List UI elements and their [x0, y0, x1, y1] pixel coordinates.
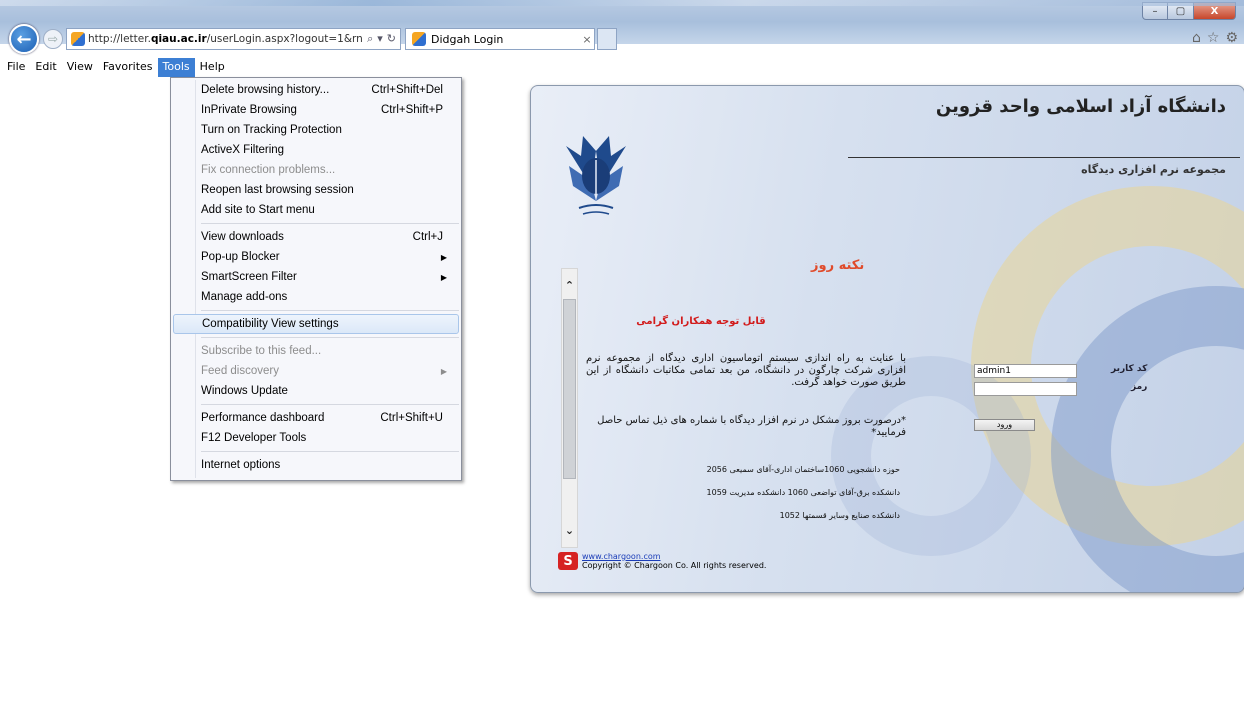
address-bar[interactable]: http://letter.qiau.ac.ir/userLogin.aspx?… [66, 28, 401, 50]
chevron-down-icon[interactable]: ▾ [377, 32, 383, 46]
tab-favicon-icon [412, 32, 426, 46]
menu-file[interactable]: File [2, 58, 30, 77]
menu-item-add-to-start[interactable]: Add site to Start menu [173, 200, 459, 220]
submenu-arrow-icon: ▶ [440, 272, 447, 282]
close-button[interactable]: X [1194, 2, 1236, 20]
menu-item-manage-addons[interactable]: Manage add-ons [173, 287, 459, 307]
forward-button[interactable]: ⇨ [43, 29, 63, 49]
menu-item-internet-options[interactable]: Internet options [173, 455, 459, 475]
new-tab-button[interactable] [597, 28, 617, 50]
menu-item-performance-dashboard[interactable]: Performance dashboard Ctrl+Shift+U [173, 408, 459, 428]
back-button[interactable]: ← [9, 24, 39, 54]
menu-edit[interactable]: Edit [30, 58, 61, 77]
university-logo [566, 136, 626, 215]
toolbar-right-icons: ⌂ ☆ ⚙ [1192, 30, 1238, 46]
search-icon[interactable]: ⌕ [367, 32, 373, 46]
menu-item-f12-tools[interactable]: F12 Developer Tools [173, 428, 459, 448]
menu-item-view-downloads[interactable]: View downloads Ctrl+J [173, 227, 459, 247]
copyright-text: Copyright © Chargoon Co. All rights rese… [582, 561, 767, 570]
footer: S www.chargoon.com Copyright © Chargoon … [558, 552, 766, 570]
tab-close-icon[interactable]: × [580, 33, 594, 46]
submenu-arrow-icon: ▶ [440, 252, 447, 262]
university-title: دانشگاه آزاد اسلامی واحد قزوین [935, 96, 1226, 117]
password-input[interactable] [974, 382, 1077, 396]
menu-bar: File Edit View Favorites Tools Help [0, 58, 1244, 77]
contact-line: دانشکده صنایع وسایر قسمتها 1052 [779, 511, 900, 520]
tools-menu: Delete browsing history... Ctrl+Shift+Del… [170, 77, 462, 481]
menu-item-feed-discovery: Feed discovery ▶ [201, 365, 447, 377]
url-text[interactable]: http://letter.qiau.ac.ir/userLogin.aspx?… [88, 33, 363, 45]
window-controls: – ▢ X [1142, 2, 1236, 20]
tip-of-the-day-title: نکته روز [811, 258, 865, 273]
tab-didgah-login[interactable]: Didgah Login × [405, 28, 595, 50]
menu-separator [201, 337, 459, 338]
menu-item-windows-update[interactable]: Windows Update [173, 381, 459, 401]
menu-view[interactable]: View [62, 58, 98, 77]
chargoon-logo-icon: S [558, 552, 578, 570]
menu-separator [201, 310, 459, 311]
contact-line: دانشکده برق-آقای تواضعی 1060 دانشکده مدی… [706, 488, 900, 497]
scroll-up-icon[interactable]: ⌃ [562, 277, 577, 294]
forward-arrow-icon: ⇨ [47, 32, 59, 46]
notice-support-note: *درصورت بروز مشکل در نرم افزار دیدگاه با… [597, 415, 906, 438]
scroll-thumb[interactable] [563, 299, 576, 479]
gear-icon[interactable]: ⚙ [1225, 30, 1238, 46]
notice-box: قابل توجه همکاران گرامی با عنایت به راه … [586, 316, 906, 546]
submenu-arrow-icon: ▶ [440, 366, 447, 376]
scroll-down-icon[interactable]: ⌄ [562, 522, 577, 539]
login-button[interactable]: ورود [974, 419, 1035, 431]
username-input[interactable]: admin1 [974, 364, 1077, 378]
menu-favorites[interactable]: Favorites [98, 58, 158, 77]
refresh-icon[interactable]: ↻ [387, 32, 396, 46]
news-scrollbar[interactable]: ⌃ ⌄ [561, 268, 578, 548]
menu-separator [201, 223, 459, 224]
menu-item-smartscreen[interactable]: SmartScreen Filter ▶ [173, 267, 459, 287]
notice-heading: قابل توجه همکاران گرامی [636, 316, 766, 327]
notice-paragraph: با عنایت به راه اندازی سیستم اتوماسیون ا… [586, 353, 906, 388]
menu-item-popup-blocker[interactable]: Pop-up Blocker ▶ [173, 247, 459, 267]
contact-line: حوزه دانشجویی 1060ساختمان اداری-آقای سمی… [706, 465, 900, 474]
menu-item-reopen-session[interactable]: Reopen last browsing session [173, 180, 459, 200]
tab-title: Didgah Login [431, 32, 504, 46]
home-icon[interactable]: ⌂ [1192, 30, 1201, 46]
back-arrow-icon: ← [16, 28, 32, 50]
software-subtitle: مجموعه نرم افزاری دیدگاه [1081, 163, 1226, 176]
username-label: کد کاربر [1111, 364, 1148, 374]
menu-item-fix-connection: Fix connection problems... [201, 164, 336, 176]
menu-item-activex-filtering[interactable]: ActiveX Filtering [173, 140, 459, 160]
menu-tools[interactable]: Tools [157, 58, 195, 77]
menu-item-delete-history[interactable]: Delete browsing history... Ctrl+Shift+Del [173, 80, 459, 100]
menu-item-inprivate[interactable]: InPrivate Browsing Ctrl+Shift+P [173, 100, 459, 120]
minimize-button[interactable]: – [1142, 2, 1168, 20]
favorites-star-icon[interactable]: ☆ [1207, 30, 1220, 46]
menu-separator [201, 451, 459, 452]
menu-item-subscribe-feed: Subscribe to this feed... [201, 345, 322, 357]
chargoon-link[interactable]: www.chargoon.com [582, 552, 766, 561]
site-favicon-icon [71, 32, 85, 46]
menu-item-compatibility-view[interactable]: Compatibility View settings [173, 314, 459, 334]
menu-help[interactable]: Help [195, 58, 230, 77]
title-divider [848, 157, 1240, 158]
menu-item-tracking-protection[interactable]: Turn on Tracking Protection [173, 120, 459, 140]
login-panel: دانشگاه آزاد اسلامی واحد قزوین مجموعه نر… [530, 85, 1244, 593]
maximize-button[interactable]: ▢ [1168, 2, 1194, 20]
menu-separator [201, 404, 459, 405]
password-label: رمز [1131, 382, 1148, 392]
